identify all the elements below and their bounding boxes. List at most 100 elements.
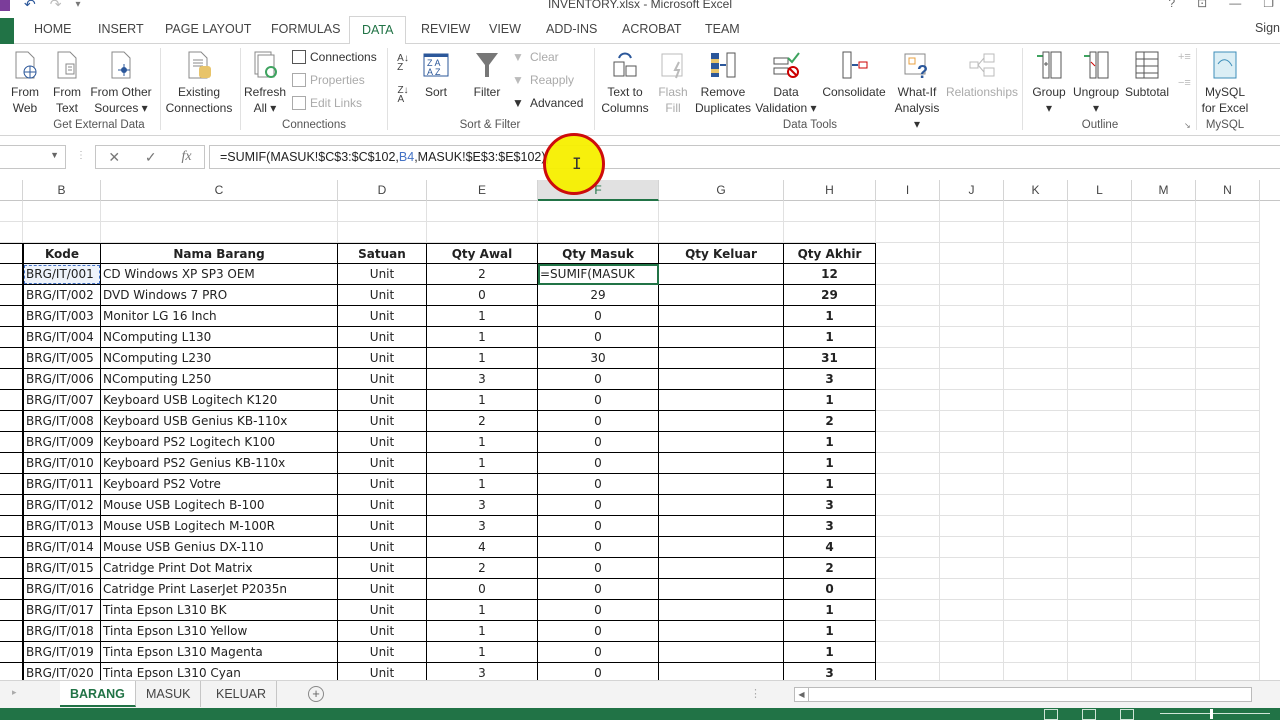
cell[interactable] <box>1068 411 1132 432</box>
cell-masuk[interactable]: =SUMIF(MASUK <box>538 264 659 285</box>
tab-home[interactable]: HOME <box>34 20 72 44</box>
cell[interactable] <box>659 201 784 222</box>
cell-masuk[interactable]: 0 <box>538 411 659 432</box>
cell-masuk[interactable]: 0 <box>538 600 659 621</box>
cell[interactable] <box>940 432 1004 453</box>
cell[interactable] <box>1132 453 1196 474</box>
cell[interactable] <box>1004 432 1068 453</box>
refresh-all-button[interactable]: Refresh All ▾ <box>244 50 286 116</box>
cell-kode[interactable]: BRG/IT/009 <box>23 432 101 453</box>
cell-awal[interactable]: 2 <box>427 558 538 579</box>
column-header-d[interactable]: D <box>338 180 427 201</box>
cell-keluar[interactable] <box>659 348 784 369</box>
cell-nama[interactable]: Tinta Epson L310 Cyan <box>101 663 338 680</box>
cell-nama[interactable]: Keyboard PS2 Logitech K100 <box>101 432 338 453</box>
cell-satuan[interactable]: Unit <box>338 474 427 495</box>
help-icon[interactable]: ? <box>1168 0 1175 10</box>
cell[interactable] <box>1068 306 1132 327</box>
cell[interactable] <box>940 327 1004 348</box>
sort-z-to-a-button[interactable]: Z↓ A <box>396 86 410 105</box>
cell[interactable] <box>1004 621 1068 642</box>
cell[interactable] <box>1004 327 1068 348</box>
flash-fill-button[interactable]: Flash Fill <box>656 50 690 116</box>
cell-satuan[interactable]: Unit <box>338 537 427 558</box>
cell[interactable] <box>1004 600 1068 621</box>
cell-masuk[interactable]: 0 <box>538 327 659 348</box>
cell[interactable] <box>1068 453 1132 474</box>
cell-keluar[interactable] <box>659 285 784 306</box>
cell[interactable] <box>1004 495 1068 516</box>
cell-awal[interactable]: 1 <box>427 432 538 453</box>
cell-nama[interactable]: Catridge Print LaserJet P2035n <box>101 579 338 600</box>
cell[interactable] <box>940 243 1004 264</box>
cell[interactable] <box>1004 537 1068 558</box>
cell[interactable] <box>23 222 101 243</box>
cell[interactable] <box>940 348 1004 369</box>
cell[interactable] <box>940 579 1004 600</box>
tab-review[interactable]: REVIEW <box>421 20 470 44</box>
tab-insert[interactable]: INSERT <box>98 20 144 44</box>
cell[interactable] <box>1068 621 1132 642</box>
cell[interactable] <box>0 201 23 222</box>
cell[interactable] <box>876 453 940 474</box>
cell[interactable] <box>940 516 1004 537</box>
cell[interactable] <box>940 390 1004 411</box>
cell[interactable] <box>1068 201 1132 222</box>
sort-button[interactable]: Z AA Z Sort <box>420 50 452 100</box>
cell-akhir[interactable]: 3 <box>784 516 876 537</box>
column-header-e[interactable]: E <box>427 180 538 201</box>
cell-no[interactable]: 8 <box>0 411 23 432</box>
from-text-button[interactable]: From Text <box>50 50 84 116</box>
data-validation-button[interactable]: Data Validation ▾ <box>754 50 818 116</box>
cell[interactable] <box>1068 348 1132 369</box>
cell-no[interactable]: 2 <box>0 285 23 306</box>
name-box[interactable]: ▼ <box>0 145 66 169</box>
cell-satuan[interactable]: Unit <box>338 369 427 390</box>
cell-keluar[interactable] <box>659 663 784 680</box>
cell[interactable] <box>1132 306 1196 327</box>
cell[interactable] <box>1068 600 1132 621</box>
cell[interactable] <box>1196 348 1260 369</box>
cell-masuk[interactable]: 0 <box>538 579 659 600</box>
cell-awal[interactable]: 1 <box>427 453 538 474</box>
cell-keluar[interactable] <box>659 558 784 579</box>
tab-page-layout[interactable]: PAGE LAYOUT <box>165 20 251 44</box>
cell-akhir[interactable]: 1 <box>784 642 876 663</box>
cell[interactable] <box>940 537 1004 558</box>
cell-no[interactable]: 13 <box>0 516 23 537</box>
cell-masuk[interactable]: 0 <box>538 495 659 516</box>
cell[interactable] <box>1068 579 1132 600</box>
cell[interactable] <box>940 474 1004 495</box>
scroll-left-icon[interactable]: ◀ <box>795 688 809 701</box>
text-to-columns-button[interactable]: Text to Columns <box>600 50 650 116</box>
cell-keluar[interactable] <box>659 474 784 495</box>
column-header-k[interactable]: K <box>1004 180 1068 201</box>
cell[interactable] <box>784 222 876 243</box>
table-header-nama-barang[interactable]: Nama Barang <box>101 243 338 264</box>
column-header-n[interactable]: N <box>1196 180 1260 201</box>
cell-no[interactable]: 1 <box>0 264 23 285</box>
tab-team[interactable]: TEAM <box>705 20 740 44</box>
existing-connections-button[interactable]: Existing Connections <box>162 50 236 116</box>
cell[interactable] <box>1196 516 1260 537</box>
sheet-tab-barang[interactable]: BARANG <box>60 681 136 707</box>
cell-nama[interactable]: Mouse USB Logitech B-100 <box>101 495 338 516</box>
cell-nama[interactable]: NComputing L130 <box>101 327 338 348</box>
cell[interactable] <box>1132 579 1196 600</box>
cell-nama[interactable]: Mouse USB Logitech M-100R <box>101 516 338 537</box>
cell-keluar[interactable] <box>659 369 784 390</box>
cell-akhir[interactable]: 1 <box>784 474 876 495</box>
cell-awal[interactable]: 1 <box>427 348 538 369</box>
cell[interactable] <box>1004 390 1068 411</box>
cell[interactable] <box>1004 411 1068 432</box>
cell-nama[interactable]: Monitor LG 16 Inch <box>101 306 338 327</box>
insert-function-icon[interactable]: fx <box>181 149 191 165</box>
cell-kode[interactable]: BRG/IT/014 <box>23 537 101 558</box>
cell[interactable] <box>338 222 427 243</box>
cell-awal[interactable]: 1 <box>427 621 538 642</box>
cell[interactable] <box>1196 600 1260 621</box>
cell-masuk[interactable]: 0 <box>538 642 659 663</box>
cell[interactable] <box>876 243 940 264</box>
cell[interactable] <box>1004 369 1068 390</box>
cell-no[interactable]: 9 <box>0 432 23 453</box>
